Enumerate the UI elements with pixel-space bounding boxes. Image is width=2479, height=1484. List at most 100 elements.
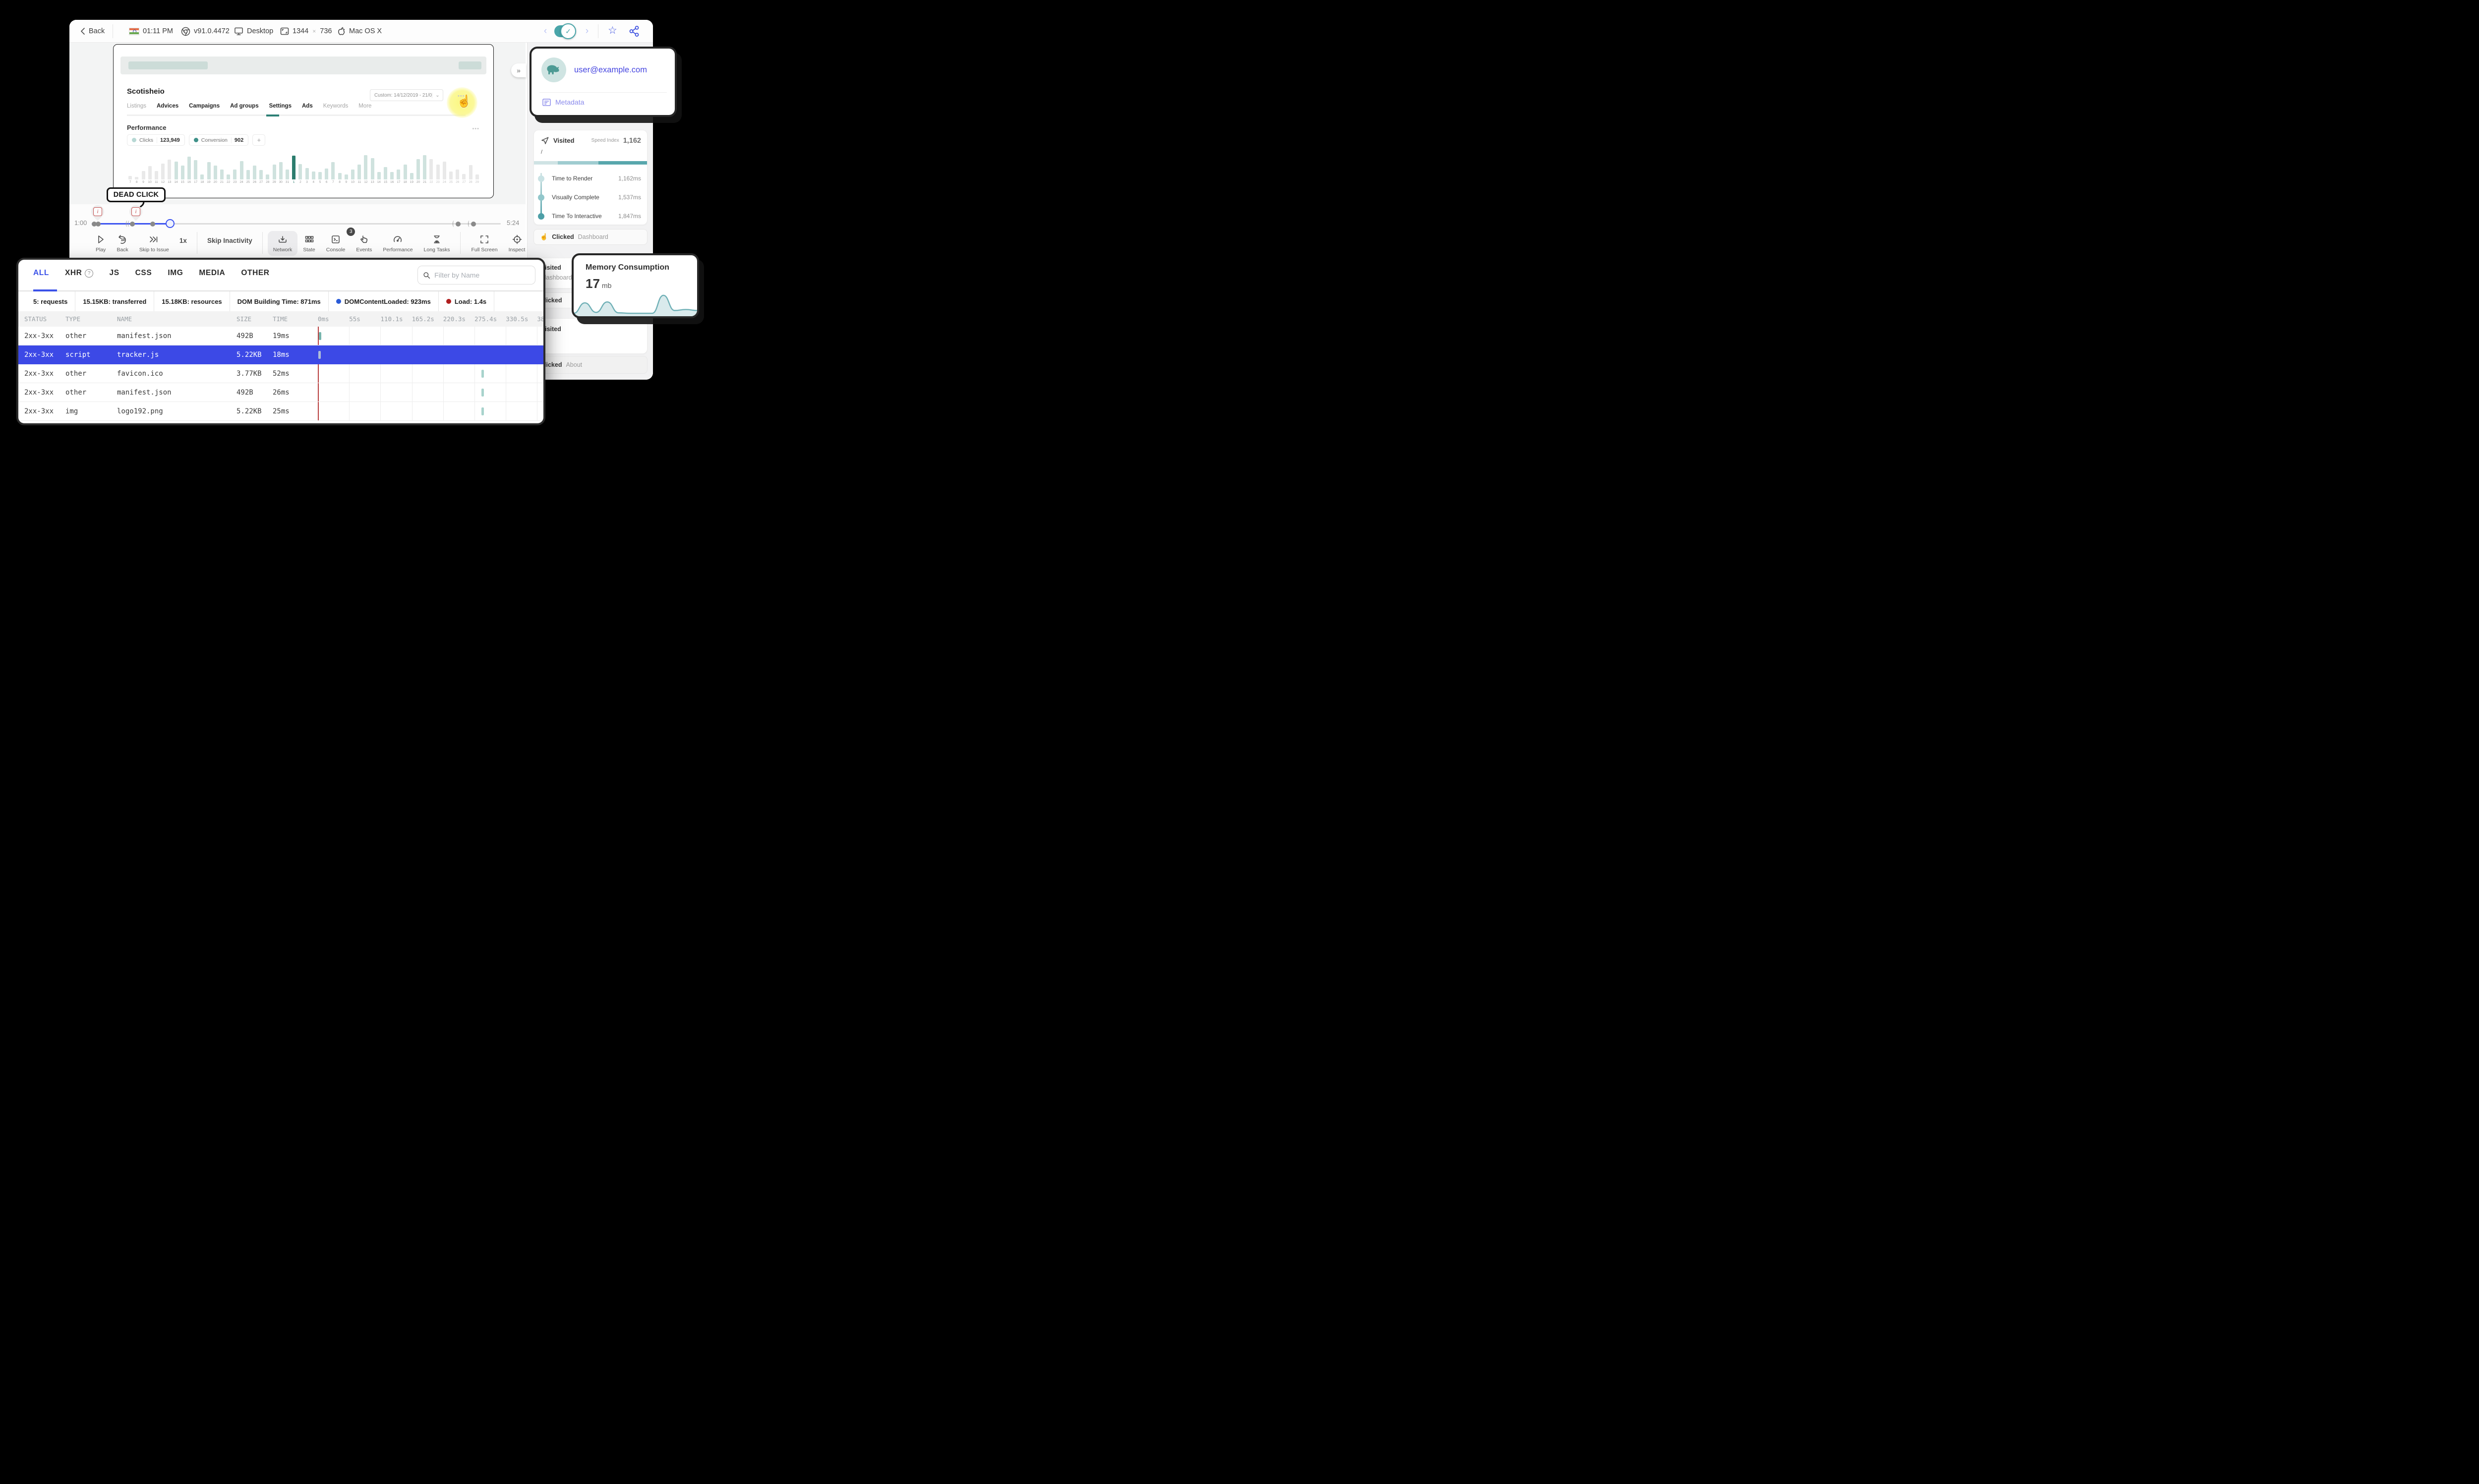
share-icon[interactable] [629, 25, 640, 40]
network-tab-all[interactable]: ALL [33, 269, 49, 278]
chart-bar[interactable] [180, 165, 184, 179]
chart-bar[interactable] [449, 171, 453, 179]
table-row[interactable]: 2xx-3xx other favicon.ico 3.77KB 52ms [18, 364, 543, 383]
table-row[interactable]: 2xx-3xx script tracker.js 5.22KB 18ms [18, 345, 543, 364]
long-tasks-panel-button[interactable]: Long Tasks [418, 231, 456, 256]
chart-bar[interactable] [141, 171, 145, 179]
chart-bar[interactable] [364, 155, 368, 179]
table-row[interactable]: 2xx-3xx other manifest.json 492B 26ms [18, 383, 543, 402]
issue-marker-dead-click[interactable]: i [126, 202, 145, 223]
site-tab-ad-groups[interactable]: Ad groups [230, 103, 259, 109]
network-tab-other[interactable]: OTHER [241, 269, 269, 278]
skip-inactivity-toggle[interactable]: Skip Inactivity [202, 231, 257, 244]
chart-bar[interactable] [154, 171, 158, 179]
chart-bar[interactable] [410, 173, 413, 179]
chart-bar[interactable] [259, 170, 263, 179]
column-header-type[interactable]: TYPE [65, 315, 117, 323]
site-tab-ads[interactable]: Ads [302, 103, 313, 109]
event-item-clicked-about[interactable]: Clicked About [533, 356, 648, 374]
event-item-clicked-dashboard[interactable]: ☝ Clicked Dashboard [533, 229, 648, 245]
chart-bar[interactable] [252, 165, 256, 179]
site-tab-advices[interactable]: Advices [157, 103, 178, 109]
performance-panel-button[interactable]: Performance [377, 231, 418, 256]
chart-bar[interactable] [272, 165, 276, 179]
add-metric-button[interactable]: + [252, 134, 266, 146]
back-button[interactable]: Back [80, 20, 105, 43]
chart-bar[interactable] [266, 174, 270, 179]
chart-bar[interactable] [370, 158, 374, 179]
event-item-visited-2[interactable]: Visited [533, 318, 648, 354]
chart-bar[interactable] [292, 156, 296, 179]
chart-bar[interactable] [148, 166, 152, 179]
chart-bar[interactable] [246, 170, 250, 179]
event-marker[interactable] [150, 221, 155, 227]
events-panel-button[interactable]: Events [351, 231, 377, 256]
next-session-button[interactable]: › [582, 26, 592, 37]
chart-bar[interactable] [377, 172, 381, 179]
chart-bar[interactable] [161, 163, 165, 179]
site-tab-keywords[interactable]: Keywords [323, 103, 349, 109]
chart-bar[interactable] [174, 162, 178, 179]
collapse-sidebar-button[interactable]: » [511, 63, 526, 77]
date-range-picker[interactable]: Custom: 14/12/2019 - 21/01/2020 ⌄ [370, 89, 443, 101]
metadata-button[interactable]: Metadata [542, 98, 584, 106]
chart-bar[interactable] [200, 174, 204, 179]
chart-bar[interactable] [436, 165, 440, 179]
play-button[interactable]: Play [90, 231, 111, 256]
metric-chip-conversion[interactable]: Conversion 902 [188, 134, 249, 146]
filter-field[interactable] [417, 266, 535, 285]
metric-chip-clicks[interactable]: Clicks 123,949 [127, 134, 185, 146]
user-email[interactable]: user@example.com [574, 65, 647, 75]
chart-bar[interactable] [227, 174, 231, 179]
chart-bar[interactable] [220, 169, 224, 179]
chart-bar[interactable] [442, 162, 446, 179]
chart-bar[interactable] [462, 173, 466, 179]
site-tab-settings[interactable]: Settings [269, 103, 292, 109]
chart-bar[interactable] [135, 176, 139, 179]
chart-bar[interactable] [305, 168, 309, 179]
chart-bar[interactable] [384, 167, 388, 179]
chart-bar[interactable] [325, 169, 329, 179]
table-row[interactable]: 2xx-3xx other manifest.json 492B 19ms [18, 327, 543, 345]
chart-bar[interactable] [207, 162, 211, 179]
chart-bar[interactable] [331, 162, 335, 179]
chart-bar[interactable] [469, 165, 472, 179]
site-tab-campaigns[interactable]: Campaigns [189, 103, 220, 109]
network-tab-css[interactable]: CSS [135, 269, 152, 278]
column-header-status[interactable]: STATUS [24, 315, 65, 323]
chart-bar[interactable] [233, 169, 237, 179]
event-marker[interactable] [456, 221, 461, 227]
chart-bar[interactable] [416, 159, 420, 179]
playhead-handle[interactable] [166, 219, 175, 228]
full-screen-button[interactable]: Full Screen [466, 231, 503, 256]
chart-bar[interactable] [128, 176, 132, 179]
site-tab-more[interactable]: More [358, 103, 371, 109]
chart-bar[interactable] [194, 160, 198, 179]
chart-bar[interactable] [213, 165, 217, 179]
site-tab-listings[interactable]: Listings [127, 103, 146, 109]
network-tab-img[interactable]: IMG [168, 269, 183, 278]
column-header-name[interactable]: NAME [117, 315, 236, 323]
chart-bar[interactable] [423, 155, 427, 179]
visited-metrics-card[interactable]: Visited Speed Index 1,162 / Time to Rend… [533, 130, 648, 225]
network-panel-button[interactable]: Network [267, 231, 298, 256]
help-icon[interactable]: ? [85, 269, 94, 278]
event-marker[interactable] [471, 221, 476, 227]
chart-bar[interactable] [311, 171, 315, 179]
playback-speed-button[interactable]: 1x [175, 231, 192, 244]
console-panel-button[interactable]: 3 Console [321, 228, 355, 256]
chart-bar[interactable] [168, 160, 172, 179]
chart-bar[interactable] [318, 172, 322, 179]
section-menu-icon[interactable]: ••• [472, 126, 479, 132]
chart-bar[interactable] [429, 159, 433, 179]
chart-bar[interactable] [344, 174, 348, 179]
chart-bar[interactable] [403, 165, 407, 179]
table-row[interactable]: 2xx-3xx img logo192.png 5.22KB 25ms [18, 402, 543, 421]
chart-bar[interactable] [351, 169, 354, 179]
filter-input[interactable] [434, 271, 530, 279]
network-tab-js[interactable]: JS [109, 269, 119, 278]
column-header-time[interactable]: TIME [273, 315, 306, 323]
chart-bar[interactable] [397, 169, 401, 179]
chart-bar[interactable] [279, 162, 283, 179]
autoplay-toggle[interactable]: ✓ [554, 23, 576, 39]
